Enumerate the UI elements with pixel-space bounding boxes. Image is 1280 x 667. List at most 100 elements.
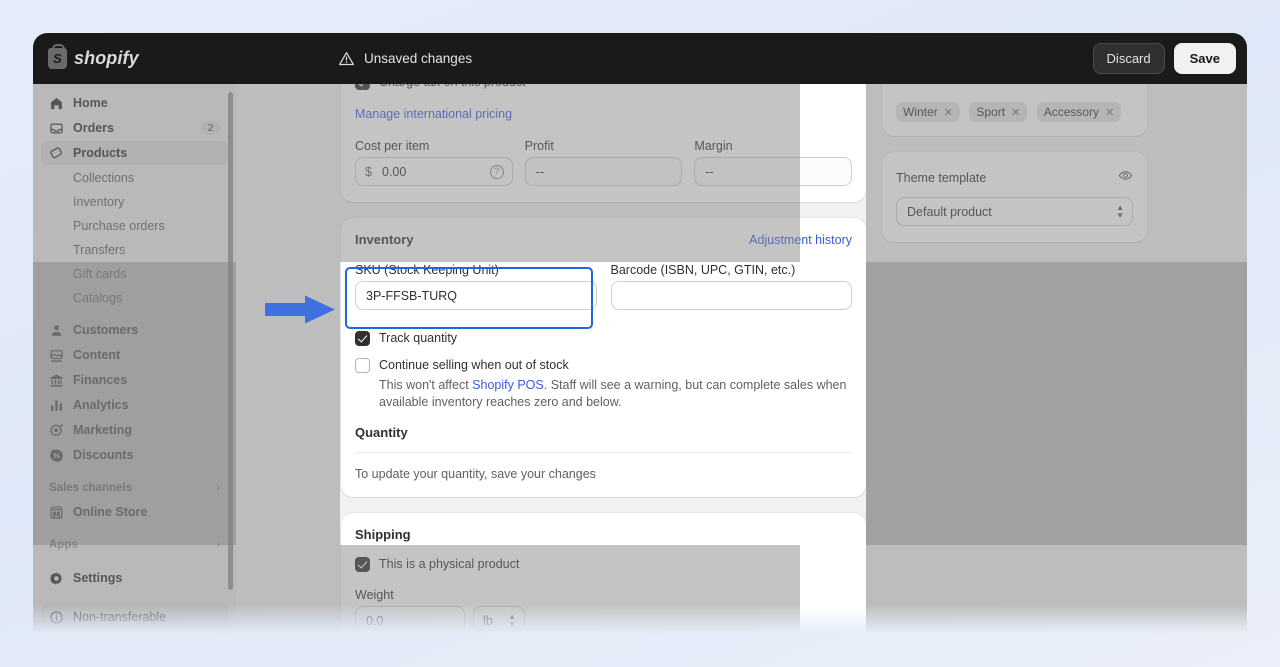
sidebar-item-orders[interactable]: Orders 2 [41,116,228,140]
track-quantity-checkbox[interactable] [355,331,370,346]
close-x-icon[interactable]: ✕ [1105,106,1114,119]
tag-chip[interactable]: Sport ✕ [969,102,1028,122]
adjustment-history-link[interactable]: Adjustment history [749,233,852,247]
profit-input[interactable] [524,157,683,186]
select-caret-icon[interactable]: ▲ ▼ [508,612,516,629]
sidebar-item-customers[interactable]: Customers [41,318,228,342]
sidebar-item-products[interactable]: Products [41,141,228,165]
sidebar-subitem-catalogs[interactable]: Catalogs [41,286,228,309]
apps-label: Apps [49,539,78,551]
help-text-before: This won't affect [379,378,473,392]
inventory-title: Inventory [355,232,414,247]
sidebar-subitem-inventory[interactable]: Inventory [41,190,228,213]
sidebar-subitem-collections[interactable]: Collections [41,166,228,189]
continue-selling-help-text: This won't affect Shopify POS. Staff wil… [379,377,852,411]
sidebar-subitem-gift-cards[interactable]: Gift cards [41,262,228,285]
chevron-right-icon: › [216,482,220,494]
sidebar-item-home[interactable]: Home [41,91,228,115]
sidebar-scrollbar[interactable] [228,92,233,620]
sidebar-item-label: Marketing [73,423,133,437]
annotation-arrow [265,289,343,331]
physical-product-checkbox[interactable] [355,557,370,572]
continue-selling-checkbox[interactable] [355,358,370,373]
finances-bank-icon [49,373,64,388]
sidebar-nav: Home Orders 2 Products Collections Inven… [33,84,236,633]
theme-template-select[interactable] [896,197,1133,226]
shipping-title: Shipping [355,527,411,542]
cost-fields-row: Cost per item $ ? Profit [355,139,853,186]
shopify-logo-text: shopify [74,48,139,68]
unsaved-changes-indicator: Unsaved changes [338,50,1093,67]
marketing-target-icon [49,423,64,438]
sidebar-item-label: Online Store [73,505,148,519]
sidebar-item-content[interactable]: Content [41,343,228,367]
inventory-card-header: Inventory Adjustment history [355,232,852,247]
close-x-icon[interactable]: ✕ [1011,106,1020,119]
warning-triangle-icon [338,50,355,67]
weight-row: ▲▼ [355,606,852,633]
sidebar-item-finances[interactable]: Finances [41,368,228,392]
tag-chip[interactable]: Winter ✕ [896,102,960,122]
charge-tax-checkbox[interactable] [355,84,370,90]
chevron-right-icon: › [216,539,220,551]
quantity-heading: Quantity [355,425,408,440]
tags-list: Winter ✕ Sport ✕ Accessory ✕ [896,102,1133,122]
orders-inbox-icon [49,121,64,136]
sidebar-item-discounts[interactable]: Discounts [41,443,228,467]
sidebar-item-label: Settings [73,571,123,585]
theme-template-card: Theme template ▲▼ [882,152,1147,242]
sidebar-subitem-purchase-orders[interactable]: Purchase orders [41,214,228,237]
track-quantity-label: Track quantity [379,331,458,345]
track-quantity-row[interactable]: Track quantity [355,330,852,346]
weight-input[interactable] [355,606,465,633]
pricing-card: Charge tax on this product Manage intern… [341,84,866,202]
sidebar-item-label: Analytics [73,398,129,412]
sidebar-item-label: Discounts [73,448,134,462]
sidebar-scrollbar-thumb[interactable] [228,92,233,590]
analytics-bars-icon [49,398,64,413]
sidebar-section-sales-channels[interactable]: Sales channels › [41,476,228,500]
content-image-icon [49,348,64,363]
physical-product-row[interactable]: This is a physical product [355,556,852,572]
tag-chip[interactable]: Accessory ✕ [1036,102,1122,122]
charge-tax-label: Charge tax on this product [379,84,526,90]
question-circle-icon[interactable]: ? [489,164,504,179]
manage-international-pricing-link[interactable]: Manage international pricing [355,107,512,121]
sidebar-subitem-transfers[interactable]: Transfers [41,238,228,261]
sidebar-item-analytics[interactable]: Analytics [41,393,228,417]
sidebar-item-non-transferable[interactable]: Non-transferable [41,602,228,632]
margin-input[interactable] [694,157,853,186]
main-content-area: Charge tax on this product Manage intern… [236,84,1247,633]
theme-template-label: Theme template [896,171,987,185]
sales-channels-label: Sales channels [49,482,133,494]
continue-selling-row[interactable]: Continue selling when out of stock [355,357,852,373]
shipping-card: Shipping This is a physical product Weig… [341,513,866,633]
sku-field-group: SKU (Stock Keeping Unit) [347,257,605,318]
profit-label: Profit [524,139,554,153]
shopify-pos-link[interactable]: Shopify POS [472,378,544,392]
quantity-divider [355,452,852,453]
eye-icon[interactable] [1118,168,1133,188]
shopify-logo[interactable]: S shopify [48,44,338,69]
save-button[interactable]: Save [1173,43,1236,74]
sidebar-item-label: Content [73,348,121,362]
close-x-icon[interactable]: ✕ [944,106,953,119]
barcode-input[interactable] [610,281,852,310]
sidebar-item-label: Orders [73,121,114,135]
discard-button[interactable]: Discard [1092,43,1165,74]
unsaved-changes-label: Unsaved changes [364,51,473,66]
sidebar-item-settings[interactable]: Settings [41,566,228,590]
theme-template-header: Theme template [896,168,1133,188]
charge-tax-row[interactable]: Charge tax on this product [355,84,852,90]
sidebar-item-online-store[interactable]: Online Store [41,500,228,524]
cost-per-item-field: Cost per item $ ? [355,139,513,186]
sku-input[interactable] [355,281,597,310]
sidebar-item-marketing[interactable]: Marketing [41,418,228,442]
select-caret-icon[interactable]: ▲ ▼ [1116,203,1124,220]
weight-unit-select[interactable] [473,606,525,633]
sidebar-item-label: Products [73,146,128,160]
sidebar-section-apps[interactable]: Apps › [41,533,228,557]
customer-person-icon [49,323,64,338]
physical-product-label: This is a physical product [379,557,520,571]
